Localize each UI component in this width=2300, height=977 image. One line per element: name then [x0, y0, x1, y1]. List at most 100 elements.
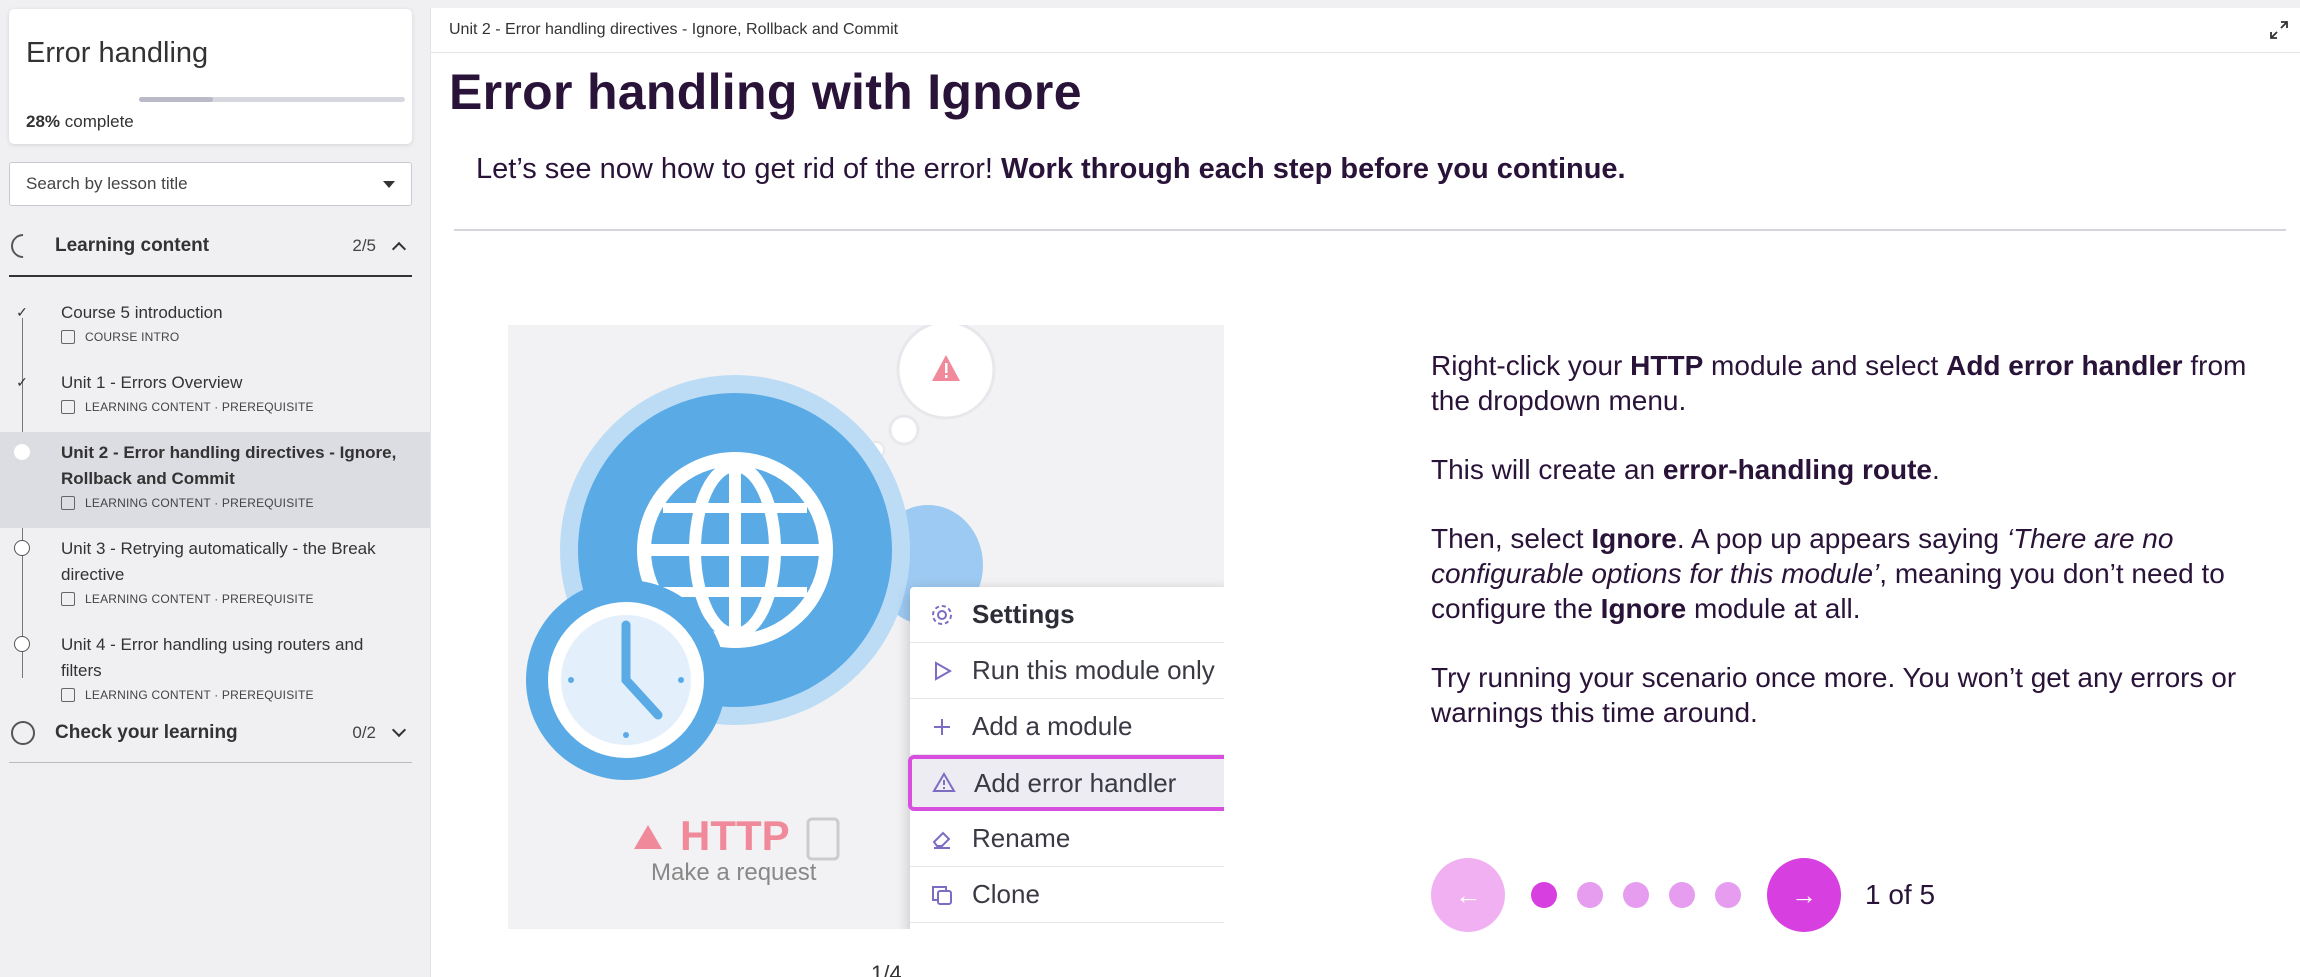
section-label: Learning content: [55, 235, 210, 256]
lesson-meta: LEARNING CONTENT · PREREQUISITE: [61, 592, 430, 606]
content-icon: [61, 688, 75, 702]
text-run: module at all.: [1686, 593, 1861, 624]
content-icon: [61, 592, 75, 606]
step-counter: 1 of 5: [1865, 879, 1936, 910]
lesson-meta-text: LEARNING CONTENT · PREREQUISITE: [85, 496, 314, 510]
section-label: Check your learning: [55, 722, 238, 743]
module-subtitle: Make a request: [651, 859, 817, 886]
lesson-meta: LEARNING CONTENT · PREREQUISITE: [61, 496, 430, 510]
menu-item-run-module[interactable]: Run this module only: [910, 643, 1224, 699]
text-run-bold: error-handling route: [1662, 454, 1932, 485]
gear-icon: [928, 601, 956, 629]
play-icon: [928, 657, 956, 685]
lesson-title: Unit 3 - Retrying automatically - the Br…: [61, 539, 376, 584]
lesson-meta-text: LEARNING CONTENT · PREREQUISITE: [85, 592, 314, 606]
lesson-title: Course 5 introduction: [61, 303, 223, 322]
menu-item-label: Clone: [972, 879, 1040, 909]
image-caption: 1/4: [871, 961, 902, 977]
plus-icon: [928, 713, 956, 741]
lesson-meta: LEARNING CONTENT · PREREQUISITE: [61, 400, 430, 414]
menu-item-add-error-handler[interactable]: Add error handler: [908, 755, 1224, 811]
step-pager: ← → 1 of 5: [1431, 858, 1935, 932]
next-step-button[interactable]: →: [1767, 858, 1841, 932]
progress-ring-icon: [6, 229, 40, 263]
text-run-bold: HTTP: [1630, 350, 1704, 381]
lesson-item-intro[interactable]: ✓ Course 5 introduction COURSE INTRO: [0, 292, 430, 362]
app-root: Error handling 28% complete Search by le…: [0, 0, 2300, 977]
text-run-bold: Ignore: [1591, 523, 1677, 554]
warning-icon: [930, 769, 958, 797]
incomplete-circle-icon: [14, 636, 30, 652]
lesson-meta: COURSE INTRO: [61, 330, 430, 344]
lesson-meta-text: LEARNING CONTENT · PREREQUISITE: [85, 400, 314, 414]
content-divider: [454, 229, 2286, 231]
section-count: 2/5: [352, 236, 376, 255]
course-title: Error handling: [26, 37, 209, 69]
step-paragraph-4: Try running your scenario once more. You…: [1431, 662, 2237, 728]
context-menu: Settings Run this module only Add a modu…: [908, 587, 1224, 929]
progress-ring-icon: [11, 721, 35, 745]
step-dots: [1521, 882, 1751, 908]
clone-icon: [928, 881, 956, 909]
lesson-item-unit4[interactable]: Unit 4 - Error handling using routers an…: [0, 624, 430, 702]
menu-item-clone[interactable]: Clone: [910, 867, 1224, 923]
lesson-title: Unit 4 - Error handling using routers an…: [61, 635, 364, 680]
chevron-down-icon: [383, 180, 395, 188]
process-step-image: HTTP Make a request Settings Run this mo…: [508, 325, 1224, 929]
top-bar: Unit 2 - Error handling directives - Ign…: [431, 8, 2300, 53]
lesson-search-select[interactable]: Search by lesson title: [9, 162, 412, 206]
menu-item-label: Settings: [972, 599, 1075, 629]
section-divider: [9, 762, 412, 763]
lesson-item-unit1[interactable]: ✓ Unit 1 - Errors Overview LEARNING CONT…: [0, 362, 430, 432]
text-run: Then, select: [1431, 523, 1592, 554]
intro-text: Let’s see now how to get rid of the erro…: [476, 153, 1626, 186]
intro-bold: Work through each step before you contin…: [1000, 153, 1626, 185]
progress-text: 28% complete: [26, 112, 134, 132]
page-title: Error handling with Ignore: [449, 64, 1082, 120]
lesson-meta: LEARNING CONTENT · PREREQUISITE: [61, 688, 430, 702]
progress-suffix: complete: [64, 112, 134, 131]
section-check-learning[interactable]: Check your learning 0/2: [9, 709, 412, 757]
lesson-item-unit3[interactable]: Unit 3 - Retrying automatically - the Br…: [0, 528, 430, 624]
lesson-title: Unit 2 - Error handling directives - Ign…: [61, 443, 397, 488]
lesson-content: Unit 2 - Error handling directives - Ign…: [430, 8, 2300, 977]
check-icon: ✓: [16, 303, 28, 320]
arrow-left-icon: ←: [1455, 879, 1481, 910]
expand-icon[interactable]: [2268, 19, 2290, 41]
lesson-list: ✓ Course 5 introduction COURSE INTRO ✓ U…: [0, 292, 430, 702]
step-paragraph-3: Then, select Ignore. A pop up appears sa…: [1431, 521, 2251, 626]
section-count: 0/2: [352, 723, 376, 742]
step-dot-5[interactable]: [1715, 882, 1741, 908]
arrow-right-icon: →: [1791, 879, 1817, 910]
step-dot-1[interactable]: [1531, 882, 1557, 908]
section-divider: [9, 275, 412, 277]
progress-percent: 28%: [26, 112, 61, 131]
progress-fill: [139, 97, 214, 102]
text-run-bold: Ignore: [1600, 593, 1687, 624]
lesson-item-unit2[interactable]: Unit 2 - Error handling directives - Ign…: [0, 432, 430, 528]
module-name: HTTP: [680, 812, 790, 859]
step-dot-3[interactable]: [1623, 882, 1649, 908]
incomplete-circle-icon: [14, 540, 30, 556]
menu-item-rename[interactable]: Rename: [910, 811, 1224, 867]
menu-item-label: Add error handler: [974, 767, 1177, 798]
sidebar: Error handling 28% complete Search by le…: [0, 0, 430, 977]
text-run: This will create an: [1431, 454, 1663, 485]
step-paragraph-1: Right-click your HTTP module and select …: [1431, 348, 2251, 418]
previous-step-button[interactable]: ←: [1431, 858, 1505, 932]
step-dot-2[interactable]: [1577, 882, 1603, 908]
text-run: Right-click your: [1431, 350, 1631, 381]
step-dot-4[interactable]: [1669, 882, 1695, 908]
section-learning-content[interactable]: Learning content 2/5: [6, 222, 412, 270]
menu-item-settings[interactable]: Settings: [910, 587, 1224, 643]
lesson-search-placeholder: Search by lesson title: [26, 174, 188, 193]
chevron-up-icon: [391, 241, 407, 257]
text-run-bold: Add error handler: [1946, 350, 2183, 381]
menu-item-label: Add a module: [972, 711, 1133, 741]
content-icon: [61, 496, 75, 510]
menu-item-add-module[interactable]: Add a module: [910, 699, 1224, 755]
intro-plain: Let’s see now how to get rid of the erro…: [476, 153, 1001, 185]
current-lesson-icon: [14, 444, 30, 460]
lesson-meta-text: COURSE INTRO: [85, 330, 180, 344]
text-run: .: [1932, 454, 1940, 485]
